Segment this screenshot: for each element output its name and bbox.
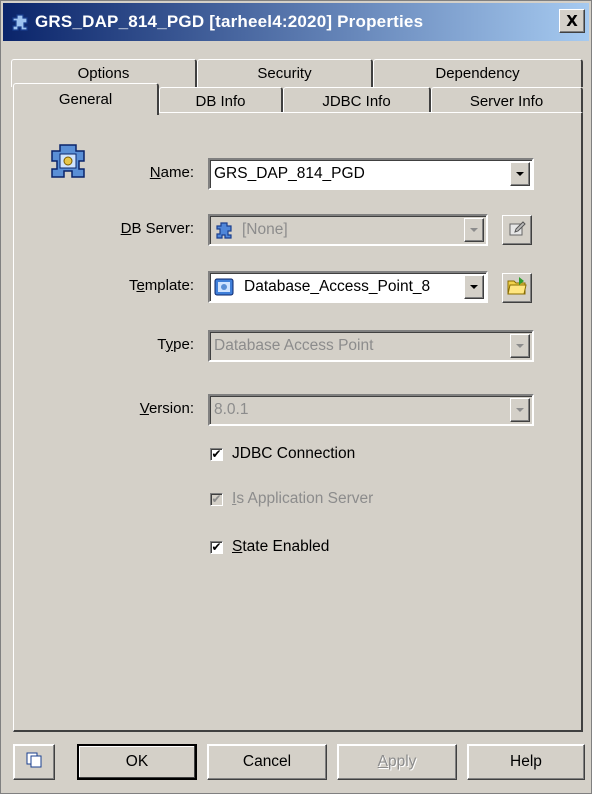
checkbox-label: State Enabled [232, 538, 330, 555]
open-folder-icon [506, 275, 528, 301]
apply-button[interactable]: Apply [337, 744, 457, 780]
tab-label: Server Info [469, 93, 544, 110]
checkbox-label: JDBC Connection [232, 445, 356, 462]
template-value: Database_Access_Point_8 [244, 278, 431, 295]
tab-db-info[interactable]: DB Info [159, 87, 283, 115]
puzzle-icon [214, 220, 234, 240]
tab-label: General [58, 91, 113, 108]
name-value: GRS_DAP_814_PGD [214, 165, 365, 182]
title-bar[interactable]: GRS_DAP_814_PGD [tarheel4:2020] Properti… [3, 3, 589, 41]
checkbox-label: Is Application Server [232, 490, 374, 507]
cancel-label: Cancel [242, 753, 292, 770]
tab-server-info[interactable]: Server Info [431, 87, 583, 115]
db-server-edit-button[interactable] [502, 215, 532, 245]
template-icon [214, 278, 234, 296]
name-dropdown-button[interactable] [510, 162, 530, 186]
general-panel: Name: GRS_DAP_814_PGD DB Server: [None] … [13, 112, 583, 732]
checkbox-box[interactable]: ✔ [210, 540, 223, 554]
version-label: Version: [139, 400, 194, 417]
properties-window: GRS_DAP_814_PGD [tarheel4:2020] Properti… [0, 0, 592, 794]
copy-button[interactable] [13, 744, 55, 780]
tab-label: JDBC Info [322, 93, 391, 110]
name-combobox[interactable]: GRS_DAP_814_PGD [208, 158, 534, 190]
ok-label: OK [125, 753, 149, 770]
type-value: Database Access Point [214, 337, 374, 354]
type-label: Type: [157, 336, 194, 353]
type-combobox[interactable]: Database Access Point [208, 330, 534, 362]
chevron-down-icon [516, 172, 524, 176]
checkbox-box[interactable]: ✔ [210, 447, 223, 461]
close-button[interactable]: X [559, 9, 585, 33]
tab-label: Security [257, 65, 312, 82]
db-server-combobox[interactable]: [None] [208, 214, 488, 246]
template-open-button[interactable] [502, 273, 532, 303]
edit-document-icon [507, 218, 527, 242]
template-label: Template: [128, 277, 194, 294]
template-dropdown-button[interactable] [464, 275, 484, 299]
ok-button[interactable]: OK [77, 744, 197, 780]
tab-general[interactable]: General [13, 83, 159, 115]
db-server-value: [None] [242, 221, 288, 238]
close-icon: X [566, 12, 578, 30]
tab-dependency[interactable]: Dependency [373, 59, 583, 87]
state-enabled-checkbox[interactable]: ✔ State Enabled [210, 538, 329, 556]
apply-label: Apply [377, 753, 417, 770]
tab-label: Options [77, 65, 130, 82]
version-dropdown-button[interactable] [510, 398, 530, 422]
version-value: 8.0.1 [214, 401, 249, 418]
window-title: GRS_DAP_814_PGD [tarheel4:2020] Properti… [35, 12, 424, 31]
version-combobox[interactable]: 8.0.1 [208, 394, 534, 426]
template-combobox[interactable]: Database_Access_Point_8 [208, 271, 488, 303]
chevron-down-icon [516, 408, 524, 412]
chevron-down-icon [470, 285, 478, 289]
tab-label: Dependency [435, 65, 520, 82]
help-button[interactable]: Help [467, 744, 585, 780]
help-label: Help [510, 753, 542, 770]
tab-label: DB Info [195, 93, 246, 110]
cancel-button[interactable]: Cancel [207, 744, 327, 780]
name-label: Name: [149, 164, 194, 181]
chevron-down-icon [470, 228, 478, 232]
tab-jdbc-info[interactable]: JDBC Info [283, 87, 431, 115]
jdbc-connection-checkbox[interactable]: ✔ JDBC Connection [210, 445, 355, 463]
chevron-down-icon [516, 344, 524, 348]
is-application-server-checkbox[interactable]: ✔ Is Application Server [210, 490, 373, 508]
checkbox-box[interactable]: ✔ [210, 492, 223, 506]
db-server-label: DB Server: [120, 220, 194, 237]
db-server-dropdown-button[interactable] [464, 218, 484, 242]
copy-icon [25, 751, 43, 774]
type-dropdown-button[interactable] [510, 334, 530, 358]
puzzle-app-icon [9, 11, 31, 33]
tab-security[interactable]: Security [197, 59, 373, 87]
